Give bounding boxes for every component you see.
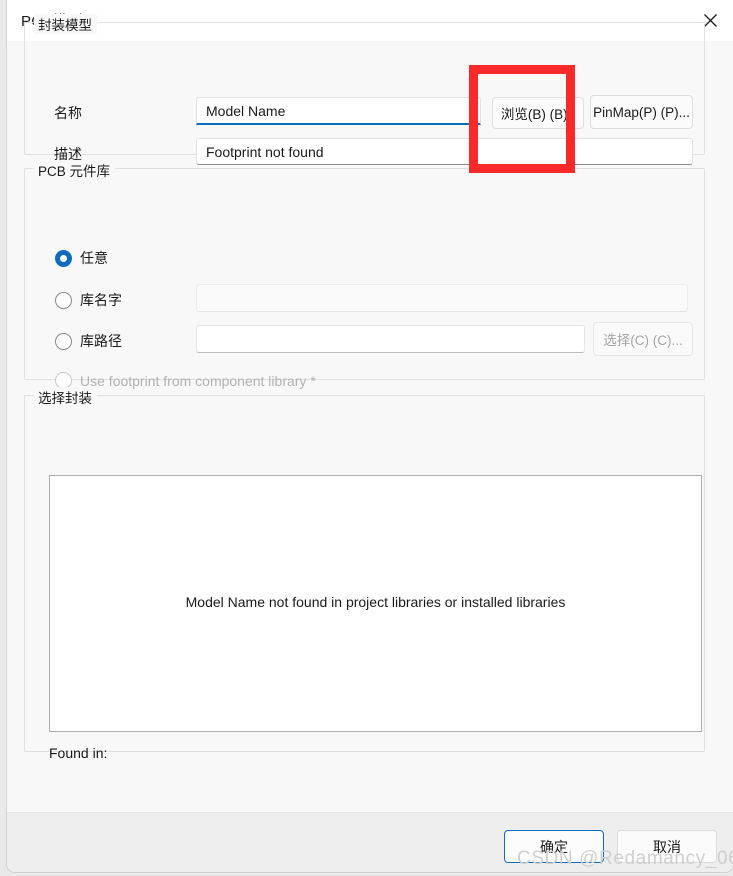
select-footprint-legend: 选择封装 — [34, 387, 97, 407]
footprint-list[interactable]: Model Name not found in project librarie… — [49, 475, 702, 732]
description-input[interactable] — [196, 138, 693, 165]
name-label: 名称 — [54, 105, 82, 121]
radio-option-any[interactable]: 任意 — [55, 248, 108, 268]
pcb-library-legend: PCB 元件库 — [34, 160, 116, 180]
browse-button[interactable]: 浏览(B) (B).. — [492, 97, 584, 129]
radio-option-label: Use footprint from component library * — [80, 372, 316, 389]
cancel-button[interactable]: 取消 — [617, 830, 717, 863]
found-in-label: Found in: — [49, 745, 108, 761]
ok-button[interactable]: 确定 — [504, 830, 604, 863]
radio-option-label: 库名字 — [80, 292, 122, 308]
pcb-model-dialog: PCB模型 封装模型 名称 描述 浏览(B) (B).. PinMap(P) (… — [7, 0, 733, 872]
radio-option-label: 库路径 — [80, 333, 122, 349]
radio-option-library-path[interactable]: 库路径 — [55, 331, 122, 351]
library-path-input[interactable] — [196, 325, 585, 353]
radio-icon — [55, 249, 72, 267]
package-model-group: 封装模型 — [24, 14, 705, 155]
name-input[interactable] — [196, 97, 481, 125]
radio-option-library-name[interactable]: 库名字 — [55, 290, 122, 310]
dialog-footer: 确定 取消 — [7, 812, 733, 872]
choose-button: 选择(C) (C)... — [593, 322, 693, 356]
package-model-legend: 封装模型 — [34, 14, 97, 34]
radio-option-label: 任意 — [80, 250, 108, 266]
pinmap-button[interactable]: PinMap(P) (P)... — [590, 95, 693, 129]
library-name-input[interactable] — [196, 284, 688, 312]
radio-icon — [55, 332, 72, 350]
footprint-empty-message: Model Name not found in project librarie… — [185, 594, 566, 610]
radio-icon — [55, 291, 72, 309]
